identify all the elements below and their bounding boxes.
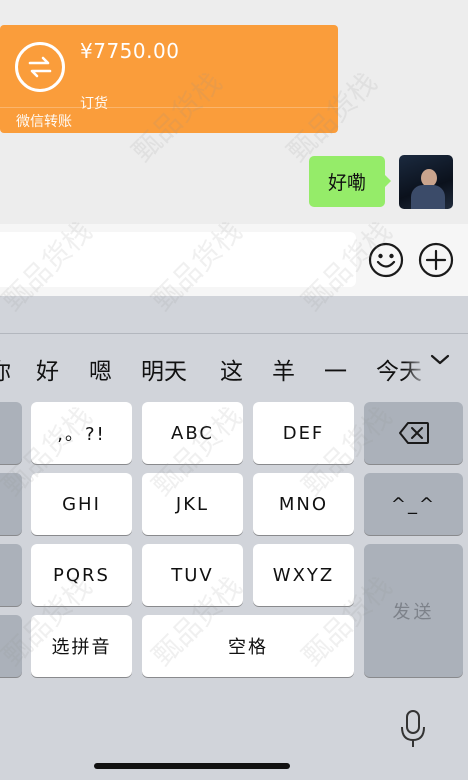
key-punctuation[interactable]: ,。?! xyxy=(31,402,132,464)
transfer-arrows-icon xyxy=(15,42,65,92)
space-key[interactable]: 空格 xyxy=(142,615,354,677)
side-key[interactable] xyxy=(0,544,22,606)
key-wxyz[interactable]: WXYZ xyxy=(253,544,354,606)
candidate-word[interactable]: 一 xyxy=(324,352,347,386)
chat-area: ¥7750.00 订货 微信转账 好嘞 xyxy=(0,0,468,224)
candidate-fade xyxy=(405,334,429,398)
key-tuv[interactable]: TUV xyxy=(142,544,243,606)
reply-bubble[interactable]: 好嘞 xyxy=(309,156,391,207)
avatar-body xyxy=(411,185,445,209)
backspace-icon xyxy=(398,422,429,444)
message-input[interactable] xyxy=(0,232,356,287)
backspace-key[interactable] xyxy=(364,402,463,464)
candidate-word[interactable]: 嗯 xyxy=(89,352,112,386)
home-indicator xyxy=(94,763,290,769)
microphone-icon[interactable] xyxy=(400,709,426,749)
side-key[interactable] xyxy=(0,615,22,677)
key-mno[interactable]: MNO xyxy=(253,473,354,535)
candidate-word[interactable]: 明天 xyxy=(141,352,187,386)
transfer-amount: ¥7750.00 xyxy=(80,39,180,63)
card-divider xyxy=(0,107,338,108)
key-def[interactable]: DEF xyxy=(253,402,354,464)
transfer-note: 订货 xyxy=(80,96,108,112)
side-key[interactable] xyxy=(0,402,22,464)
candidate-word[interactable]: 好 xyxy=(36,352,59,386)
key-ghi[interactable]: GHI xyxy=(31,473,132,535)
side-key[interactable] xyxy=(0,473,22,535)
key-pqrs[interactable]: PQRS xyxy=(31,544,132,606)
plus-circle-icon[interactable] xyxy=(418,242,454,278)
transfer-message-card[interactable]: ¥7750.00 订货 微信转账 xyxy=(0,25,338,133)
avatar[interactable] xyxy=(399,155,453,209)
candidate-word[interactable]: 这 xyxy=(220,352,243,386)
chevron-down-icon[interactable] xyxy=(428,348,452,372)
smiley-face-icon[interactable] xyxy=(368,242,404,278)
pinyin-keyboard: 你 好 嗯 明天 这 羊 一 今天 ,。?! ABC DEF GHI JKL M… xyxy=(0,296,468,780)
transfer-label: 微信转账 xyxy=(16,114,72,130)
input-bar xyxy=(0,224,468,296)
emoticon-key[interactable]: ^_^ xyxy=(364,473,463,535)
candidate-bar: 你 好 嗯 明天 这 羊 一 今天 xyxy=(0,334,468,398)
candidate-word[interactable]: 你 xyxy=(0,352,11,386)
send-button[interactable]: 发送 xyxy=(364,544,463,677)
candidate-word[interactable]: 羊 xyxy=(272,352,295,386)
key-abc[interactable]: ABC xyxy=(142,402,243,464)
key-jkl[interactable]: JKL xyxy=(142,473,243,535)
pinyin-select-key[interactable]: 选拼音 xyxy=(31,615,132,677)
